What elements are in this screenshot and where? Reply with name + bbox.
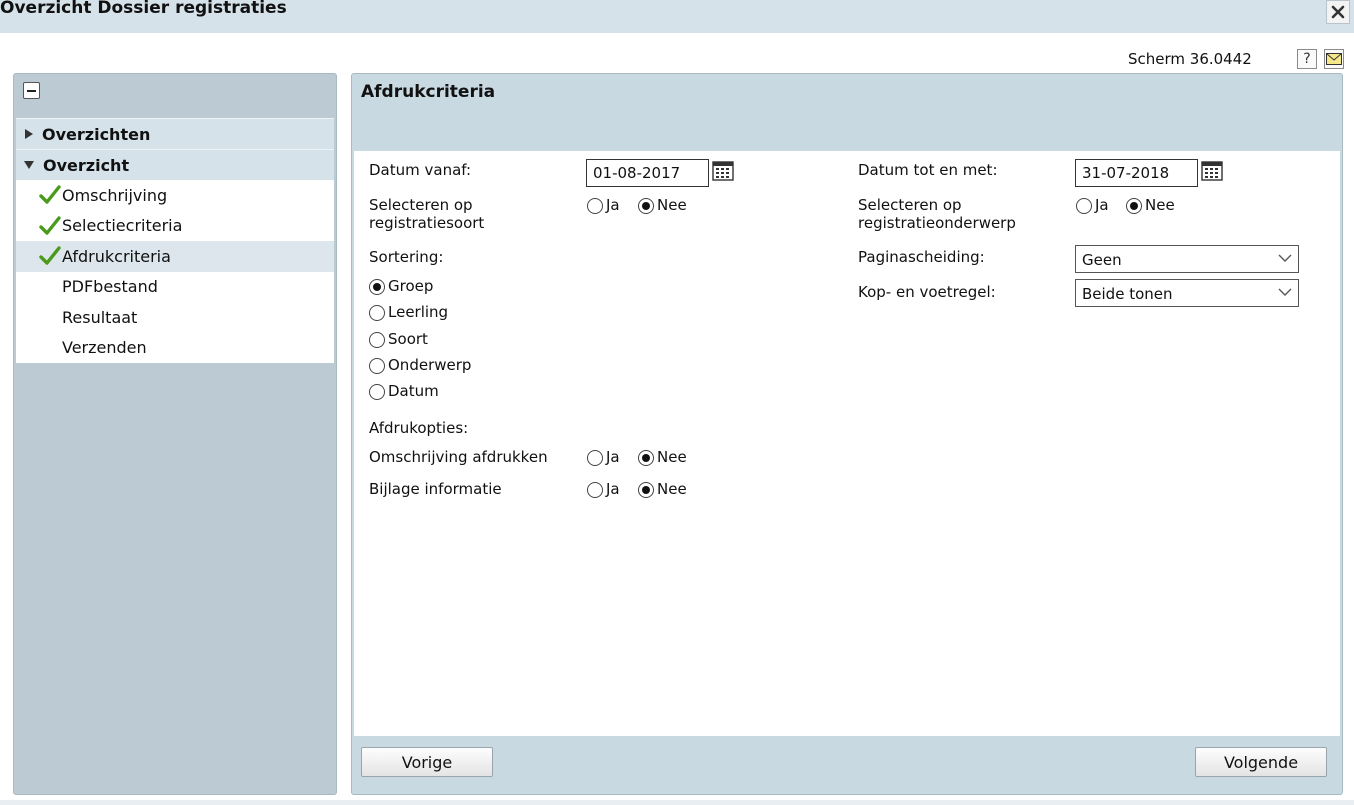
sel-soort-label: Selecteren op	[369, 196, 473, 214]
datum-tot-input[interactable]: 31-07-2018	[1075, 159, 1198, 187]
afdrukopties-label: Afdrukopties:	[369, 419, 469, 437]
select-value: Geen	[1082, 251, 1122, 269]
select-value: Beide tonen	[1082, 285, 1173, 303]
radio-label: Leerling	[388, 303, 449, 321]
sidebar-group-label: Overzichten	[42, 124, 151, 144]
radio-label: Ja	[606, 448, 620, 466]
sidebar-item-omschrijving[interactable]: Omschrijving	[16, 180, 334, 211]
bijlage-nee-radio[interactable]	[638, 482, 654, 498]
radio-label: Soort	[388, 330, 428, 348]
bijlage-ja-radio[interactable]	[587, 482, 603, 498]
datum-vanaf-label: Datum vanaf:	[369, 161, 472, 179]
sel-onderwerp-label: Selecteren op	[858, 196, 962, 214]
sidebar-list: Overzichten Overzicht Omschrijving Selec…	[16, 118, 334, 363]
help-button[interactable]: ?	[1297, 49, 1317, 69]
sel-onderwerp-nee-radio[interactable]	[1126, 198, 1142, 214]
radio-label: Ja	[606, 196, 620, 214]
check-icon	[39, 215, 61, 235]
radio-label: Onderwerp	[388, 356, 472, 374]
sel-soort-label-2: registratiesoort	[369, 214, 485, 232]
sort-leerling-radio[interactable]	[369, 305, 385, 321]
chevron-down-icon	[1278, 288, 1292, 296]
calendar-icon[interactable]	[712, 160, 734, 182]
paginascheiding-select[interactable]: Geen	[1075, 245, 1299, 273]
sidebar-item-afdrukcriteria[interactable]: Afdrukcriteria	[16, 241, 334, 272]
mail-button[interactable]	[1324, 49, 1344, 69]
panel-title: Afdrukcriteria	[361, 82, 496, 102]
paginascheiding-label: Paginascheiding:	[858, 248, 985, 266]
kop-voetregel-select[interactable]: Beide tonen	[1075, 279, 1299, 307]
screen-code: Scherm 36.0442	[1128, 50, 1252, 68]
sel-onderwerp-ja-radio[interactable]	[1076, 198, 1092, 214]
sel-soort-ja-radio[interactable]	[587, 198, 603, 214]
close-icon	[1331, 5, 1345, 19]
sel-soort-nee-radio[interactable]	[638, 198, 654, 214]
sidebar-item-selectiecriteria[interactable]: Selectiecriteria	[16, 210, 334, 241]
sidebar-item-label: Selectiecriteria	[62, 216, 183, 236]
chevron-down-icon	[1278, 254, 1292, 262]
radio-label: Ja	[606, 480, 620, 498]
sortering-label: Sortering:	[369, 248, 444, 266]
datum-tot-label: Datum tot en met:	[858, 161, 998, 179]
sidebar-item-label: PDFbestand	[62, 277, 158, 297]
sort-groep-radio[interactable]	[369, 279, 385, 295]
expand-down-icon	[24, 161, 34, 169]
calendar-icon[interactable]	[1201, 160, 1223, 182]
radio-label: Ja	[1095, 196, 1109, 214]
sidebar-item-label: Verzenden	[62, 338, 147, 358]
next-button[interactable]: Volgende	[1195, 747, 1327, 777]
sidebar-group-overzichten[interactable]: Overzichten	[16, 118, 334, 149]
sidebar-item-label: Omschrijving	[62, 185, 168, 205]
omschrijving-nee-radio[interactable]	[638, 450, 654, 466]
sidebar-item-resultaat[interactable]: Resultaat	[16, 302, 334, 333]
sidebar-item-pdfbestand[interactable]: PDFbestand	[16, 271, 334, 302]
form-area: Datum vanaf: 01-08-2017 Selecteren op re…	[354, 151, 1340, 736]
title-bar: Overzicht Dossier registraties	[0, 0, 1354, 33]
radio-label: Groep	[388, 277, 434, 295]
sidebar: Overzichten Overzicht Omschrijving Selec…	[13, 73, 337, 795]
collapse-icon[interactable]	[23, 82, 40, 99]
status-bar	[0, 800, 1354, 805]
sort-onderwerp-radio[interactable]	[369, 358, 385, 374]
omschrijving-afdrukken-label: Omschrijving afdrukken	[369, 448, 548, 466]
main-panel: Afdrukcriteria Datum vanaf: 01-08-2017 S…	[351, 73, 1343, 795]
sidebar-item-label: Resultaat	[62, 307, 138, 327]
close-button[interactable]	[1326, 0, 1350, 24]
radio-label: Nee	[657, 480, 687, 498]
sidebar-item-label: Afdrukcriteria	[62, 246, 171, 266]
mail-icon	[1326, 53, 1342, 65]
sort-datum-radio[interactable]	[369, 384, 385, 400]
bijlage-label: Bijlage informatie	[369, 480, 502, 498]
kop-voetregel-label: Kop- en voetregel:	[858, 283, 996, 301]
window-title: Overzicht Dossier registraties	[0, 0, 287, 18]
check-icon	[39, 246, 61, 265]
radio-label: Nee	[657, 196, 687, 214]
sidebar-group-overzicht[interactable]: Overzicht	[16, 149, 334, 180]
sidebar-item-verzenden[interactable]: Verzenden	[16, 332, 334, 363]
sel-onderwerp-label-2: registratieonderwerp	[858, 214, 1016, 232]
radio-label: Datum	[388, 382, 439, 400]
radio-label: Nee	[657, 448, 687, 466]
previous-button[interactable]: Vorige	[361, 747, 493, 777]
omschrijving-ja-radio[interactable]	[587, 450, 603, 466]
sort-soort-radio[interactable]	[369, 332, 385, 348]
radio-label: Nee	[1145, 196, 1175, 214]
expand-right-icon	[25, 129, 33, 139]
datum-vanaf-input[interactable]: 01-08-2017	[586, 159, 709, 187]
sidebar-group-label: Overzicht	[43, 155, 130, 175]
check-icon	[39, 185, 61, 204]
